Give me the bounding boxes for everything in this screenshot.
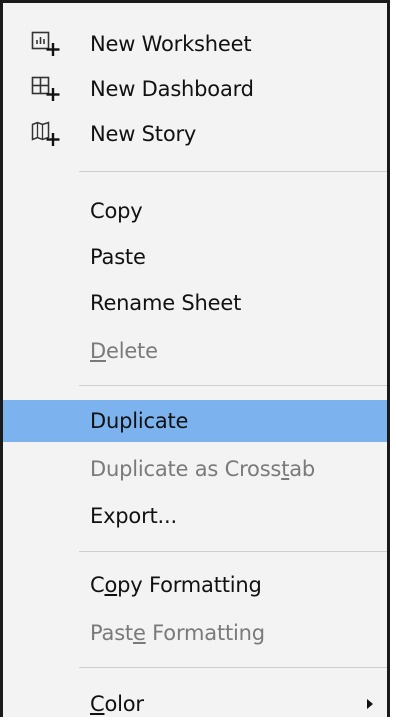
menu-item-paste-formatting[interactable]: Paste Formatting (3, 612, 387, 654)
menu-item-label: Export... (90, 504, 177, 528)
menu-separator (79, 667, 387, 668)
context-menu: New Worksheet New Dashboard New Story Co… (0, 0, 390, 717)
menu-item-duplicate-as-crosstab[interactable]: Duplicate as Crosstab (3, 448, 387, 490)
menu-item-rename-sheet[interactable]: Rename Sheet (3, 282, 387, 324)
menu-item-new-dashboard[interactable]: New Dashboard (3, 68, 387, 110)
menu-item-new-worksheet[interactable]: New Worksheet (3, 23, 387, 65)
menu-item-label: Copy Formatting (90, 573, 262, 597)
menu-item-paste[interactable]: Paste (3, 236, 387, 278)
menu-item-label: New Worksheet (90, 32, 252, 56)
menu-item-label: Paste (90, 245, 146, 269)
menu-item-delete[interactable]: Delete (3, 330, 387, 372)
menu-separator (79, 385, 387, 386)
menu-item-label: Paste Formatting (90, 621, 265, 645)
menu-item-copy[interactable]: Copy (3, 190, 387, 232)
menu-item-color[interactable]: Color (3, 683, 387, 725)
menu-item-label: Color (90, 692, 144, 716)
menu-item-duplicate[interactable]: Duplicate (3, 400, 387, 442)
new-dashboard-icon (31, 76, 60, 101)
submenu-arrow-icon (367, 699, 373, 709)
menu-item-label: Duplicate as Crosstab (90, 457, 316, 481)
menu-item-export[interactable]: Export... (3, 495, 387, 537)
new-story-icon (31, 121, 60, 146)
menu-item-label: Duplicate (90, 409, 189, 433)
menu-separator (79, 171, 387, 172)
menu-item-label: New Dashboard (90, 77, 254, 101)
new-worksheet-icon (31, 31, 60, 56)
menu-item-new-story[interactable]: New Story (3, 113, 387, 155)
menu-item-label: Rename Sheet (90, 291, 242, 315)
menu-item-label: New Story (90, 122, 197, 146)
menu-item-label: Delete (90, 339, 158, 363)
menu-item-label: Copy (90, 199, 143, 223)
menu-separator (79, 551, 387, 552)
menu-item-copy-formatting[interactable]: Copy Formatting (3, 564, 387, 606)
